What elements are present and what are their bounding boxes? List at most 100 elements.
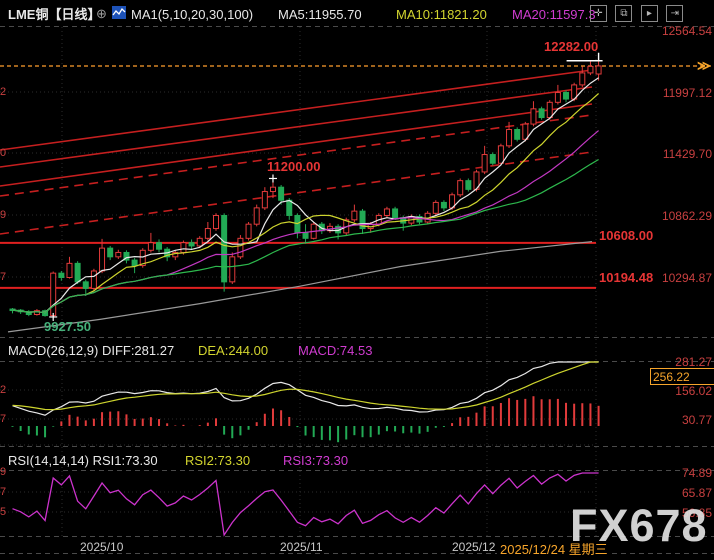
support1-label: 10608.00 [599,229,653,242]
clipped-axis-digit: 7 [0,413,9,425]
candle-body [148,243,153,251]
time-axis-label: 2025/12 [452,540,495,554]
candle-body [441,202,446,207]
candle-body [91,271,96,288]
candle-body [458,181,463,195]
clipped-axis-digit: 9 [0,466,9,478]
watermark: FX678 [570,500,708,552]
rsi3-value: RSI3:73.30 [283,454,348,467]
marked-high-label: 12282.00 [544,40,598,53]
candle-body [59,273,64,277]
candle-body [246,224,251,238]
price-axis-label: 12564.54 [654,24,712,38]
candle-body [564,93,569,100]
candle-body [51,273,56,315]
candle-body [555,93,560,103]
marked-low-label: 9927.50 [44,320,91,333]
candle-body [214,215,219,228]
candle-body [108,248,113,257]
add-indicator-icon[interactable]: ⊕ [96,7,107,20]
macd-axis-label: 281.27 [654,355,712,369]
candle-body [515,130,520,140]
candle-body [254,208,259,224]
rsi2-value: RSI2:73.30 [185,454,250,467]
candle-body [270,187,275,191]
clipped-axis-digit: 0 [0,147,9,159]
candle-body [181,243,186,253]
time-axis-label: 2025/10 [80,540,123,554]
macd-diff-line [13,362,599,415]
time-axis-label: 2025/11 [280,540,323,554]
macd-value: MACD:74.53 [298,344,372,357]
clipped-axis-digit: 9 [0,209,9,221]
macd-current-axis-value: 256.22 [650,368,714,385]
ma20-value: MA20:11597.3 [512,8,596,21]
current-price-marker-icon: ≫ [697,59,711,72]
trend-line [0,70,592,150]
candle-body [132,260,137,265]
clipped-axis-digit: 7 [0,271,9,283]
candle-body [490,155,495,164]
candle-body [433,202,438,213]
candle-body [539,109,544,118]
clipped-axis-digit: 2 [0,86,9,98]
candle-body [205,229,210,239]
pan-right-icon[interactable]: ⇥ [666,5,683,22]
indicator-window-icon[interactable]: ▸ [641,5,658,22]
candle-body [531,109,536,124]
candle-body [507,130,512,146]
candle-body [393,209,398,218]
candle-body [157,243,162,250]
macd-axis-label: 30.77 [654,413,712,427]
macd-dea-line [13,362,599,410]
symbol-title: LME铜【日线】 [8,8,100,21]
chart-window: LME铜【日线】 ⊕ MA1(5,10,20,30,100) MA5:11955… [0,0,714,560]
price-axis-label: 10862.29 [654,209,712,223]
crosshair-icon[interactable]: ✛ [590,5,607,22]
candle-body [303,233,308,238]
clipped-axis-digit: 5 [0,506,9,518]
clipped-axis-digit: 2 [0,384,9,396]
candle-body [83,282,88,289]
candle-body [279,187,284,200]
candle-body [352,211,357,220]
candle-body [100,248,105,271]
candle-body [222,215,227,281]
candle-body [466,181,471,190]
rsi1-value: RSI1:73.30 [93,453,158,468]
marked-peak-label: 11200.00 [267,160,321,173]
macd-dea-value: DEA:244.00 [198,344,268,357]
toolbar: ✛ ⧉ ▸ ⇥ [586,5,683,22]
rsi-line [13,473,599,535]
candle-body [75,263,80,281]
candle-body [67,263,72,277]
candle-body [588,66,593,73]
ma10-value: MA10:11821.20 [396,8,487,21]
rsi-axis-label: 74.89 [654,466,712,480]
candle-body [523,124,528,139]
rsi-axis-label: 65.87 [654,486,712,500]
candle-body [596,66,601,74]
macd-axis-label: 156.02 [654,384,712,398]
ma-settings-label: MA1(5,10,20,30,100) [131,8,253,21]
candle-body [238,238,243,256]
support2-label: 10194.48 [599,271,653,284]
candle-body [197,238,202,246]
mini-chart-icon[interactable] [112,6,126,19]
ma5-value: MA5:11955.70 [278,8,362,21]
price-axis-label: 10294.87 [654,271,712,285]
candle-body [482,155,487,172]
price-axis-label: 11997.12 [654,86,712,100]
candle-body [116,252,121,256]
candle-body [230,257,235,282]
candle-body [189,243,194,246]
candle-body [498,146,503,163]
candle-body [287,200,292,215]
candle-body [580,73,585,85]
candle-body [262,192,267,208]
candle-body [384,209,389,216]
candle-body [547,102,552,117]
fit-chart-icon[interactable]: ⧉ [615,5,632,22]
macd-diff-value: DIFF:281.27 [102,343,174,358]
clipped-axis-digit: 7 [0,486,9,498]
